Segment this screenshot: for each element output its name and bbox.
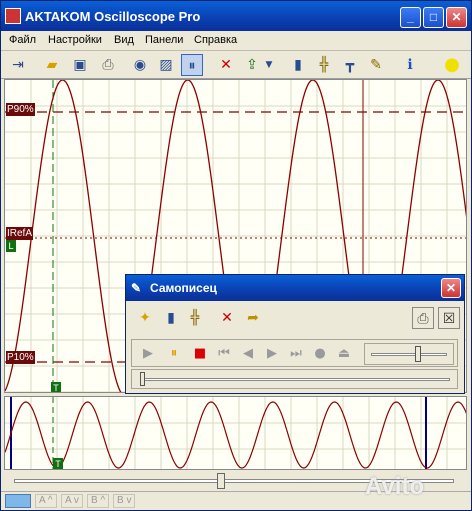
status-led-icon: ●: [444, 54, 460, 75]
probe-icon[interactable]: ╬: [184, 307, 206, 329]
position-slider-track[interactable]: [140, 378, 450, 381]
skip-end-icon[interactable]: ⏭: [286, 344, 306, 364]
export-icon[interactable]: ⇪: [241, 54, 263, 76]
p90-marker[interactable]: P90%: [6, 103, 35, 116]
status-a-up[interactable]: A ^: [35, 494, 57, 508]
save-icon[interactable]: ▣: [69, 54, 91, 76]
cursor-settings-icon[interactable]: ┳: [339, 54, 361, 76]
status-b-down[interactable]: B v: [113, 494, 136, 508]
menu-view[interactable]: Вид: [114, 34, 134, 46]
minimize-button[interactable]: _: [400, 7, 421, 28]
recorder-title-bar[interactable]: ✎ Самописец ✕: [126, 275, 464, 301]
speed-slider-track[interactable]: [371, 353, 447, 356]
position-slider-thumb[interactable]: [140, 372, 145, 386]
mode-indicator-icon[interactable]: [5, 494, 31, 508]
overview-waveform-svg: [5, 397, 466, 469]
title-bar[interactable]: AKTAKOM Oscilloscope Pro _ □ ✕: [1, 1, 471, 31]
camera-icon[interactable]: ◉: [129, 54, 151, 76]
exit-icon[interactable]: ⇥: [7, 54, 29, 76]
recorder-dialog: ✎ Самописец ✕ ✦ ▮ ╬ ✕ ➦ ⎙ ☒ ▶ ⏸ ■ ⏮ ◀ ▶ …: [125, 274, 465, 394]
position-slider[interactable]: [131, 369, 458, 389]
menu-file[interactable]: Файл: [9, 34, 36, 46]
step-forward-icon[interactable]: ▶: [262, 344, 282, 364]
trigger-level-marker[interactable]: L: [6, 240, 16, 252]
step-back-icon[interactable]: ◀: [238, 344, 258, 364]
record-icon[interactable]: ●: [310, 344, 330, 364]
menu-settings[interactable]: Настройки: [48, 34, 102, 46]
status-b-up[interactable]: B ^: [87, 494, 110, 508]
close-button[interactable]: ✕: [446, 7, 467, 28]
main-toolbar: ⇥ ▰ ▣ ⎙ ◉ ▨ ⏸ ✕ ⇪ ▼ ▮ ╬ ┳ ✎ ℹ ●: [1, 51, 471, 79]
probe-icon[interactable]: ╬: [313, 54, 335, 76]
overview-time-marker[interactable]: T: [53, 458, 63, 469]
overview-waveform-plot[interactable]: T: [4, 396, 467, 470]
help-icon[interactable]: ℹ: [399, 54, 421, 76]
window-title: AKTAKOM Oscilloscope Pro: [25, 9, 201, 24]
recorder-icon: ✎: [131, 281, 142, 295]
status-a-down[interactable]: A v: [61, 494, 83, 508]
play-icon[interactable]: ▶: [138, 344, 158, 364]
new-icon[interactable]: ✦: [134, 307, 156, 329]
playback-toolbar: ▶ ⏸ ■ ⏮ ◀ ▶ ⏭ ● ⏏: [131, 339, 458, 367]
pause-icon[interactable]: ⏸: [181, 54, 203, 76]
recorder-close-button[interactable]: ✕: [441, 278, 461, 298]
p10-marker[interactable]: P10%: [6, 351, 35, 364]
speed-slider-thumb[interactable]: [415, 346, 421, 362]
time-cursor-marker[interactable]: T: [51, 382, 61, 392]
print-icon[interactable]: ⎙: [97, 54, 119, 76]
print-icon[interactable]: ⎙: [412, 307, 434, 329]
speed-slider[interactable]: [364, 343, 454, 365]
stop-icon[interactable]: ■: [190, 344, 210, 364]
close-icon[interactable]: ☒: [438, 307, 460, 329]
info-icon[interactable]: ▮: [160, 307, 182, 329]
menu-help[interactable]: Справка: [194, 34, 237, 46]
skip-start-icon[interactable]: ⏮: [214, 344, 234, 364]
pause-icon[interactable]: ⏸: [164, 344, 184, 364]
eject-icon[interactable]: ⏏: [334, 344, 354, 364]
delete-icon[interactable]: ✕: [216, 307, 238, 329]
oscilloscope-window: AKTAKOM Oscilloscope Pro _ □ ✕ Файл Наст…: [0, 0, 472, 511]
tools-icon[interactable]: ✎: [365, 54, 387, 76]
recorder-title: Самописец: [150, 281, 217, 295]
menu-bar: Файл Настройки Вид Панели Справка: [1, 31, 471, 51]
info-icon[interactable]: ▮: [287, 54, 309, 76]
maximize-button[interactable]: □: [423, 7, 444, 28]
overview-signal-trace: [5, 401, 466, 469]
delete-icon[interactable]: ✕: [215, 54, 237, 76]
chevron-down-icon[interactable]: ▼: [263, 54, 275, 76]
scroll-thumb[interactable]: [217, 473, 225, 489]
app-icon: [5, 8, 21, 24]
screenshot-icon[interactable]: ▨: [155, 54, 177, 76]
open-folder-icon[interactable]: ▰: [41, 54, 63, 76]
menu-panels[interactable]: Панели: [145, 34, 183, 46]
open-icon[interactable]: ➦: [242, 307, 264, 329]
watermark: Avito: [365, 473, 425, 500]
iref-marker[interactable]: IRefA: [6, 227, 34, 240]
